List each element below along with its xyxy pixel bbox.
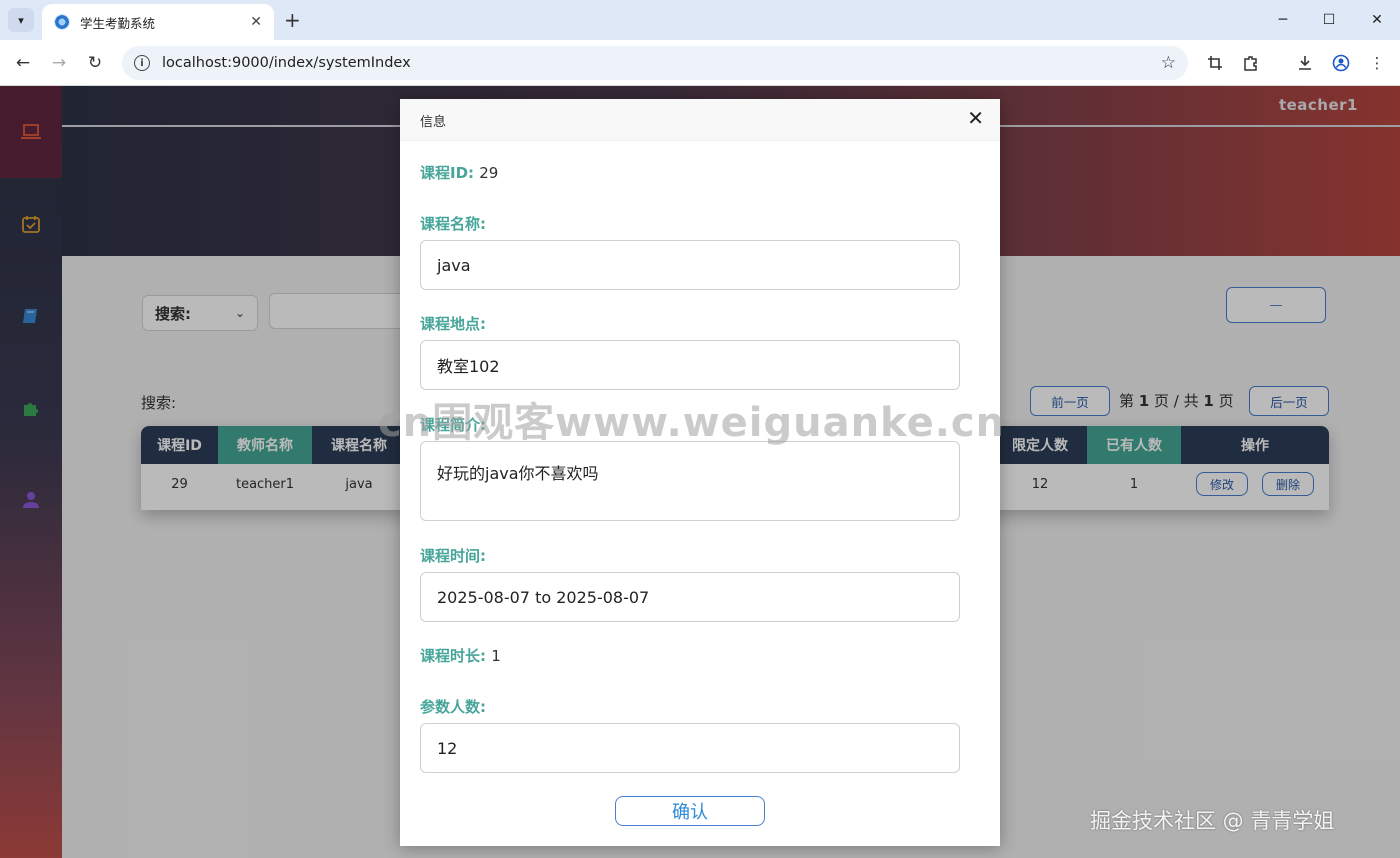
reload-button[interactable]: ↻	[82, 50, 108, 76]
maximize-button[interactable]: ☐	[1306, 6, 1352, 34]
tab-search-button[interactable]: ▾	[8, 8, 34, 32]
course-time-label: 课程时间:	[420, 547, 486, 565]
back-button[interactable]: ←	[10, 50, 36, 76]
confirm-button[interactable]: 确认	[615, 796, 765, 826]
close-icon[interactable]: ✕	[967, 108, 984, 128]
arrow-left-icon: ←	[15, 53, 31, 73]
credit-watermark: 掘金技术社区 @ 青青学姐	[1090, 809, 1335, 833]
course-count-label: 参数人数:	[420, 698, 486, 716]
dialog-title: 信息	[420, 115, 447, 130]
dialog-header: 信息 ✕	[400, 99, 1000, 141]
course-id-label-text: 课程ID:	[420, 164, 475, 182]
favicon-icon	[54, 14, 70, 30]
tab-title: 学生考勤系统	[80, 15, 156, 31]
minimize-button[interactable]: ─	[1260, 6, 1306, 34]
browser-titlebar: ▾ 学生考勤系统 ✕ + ─ ☐ ✕	[0, 0, 1400, 40]
course-time-input[interactable]: 2025-08-07 to 2025-08-07	[420, 572, 960, 622]
info-icon[interactable]: i	[134, 55, 150, 71]
download-icon[interactable]	[1294, 52, 1316, 74]
tab-close-icon[interactable]: ✕	[250, 14, 262, 30]
profile-icon[interactable]	[1330, 52, 1352, 74]
window-close-button[interactable]: ✕	[1354, 6, 1400, 34]
chevron-down-icon: ▾	[18, 13, 24, 27]
reload-icon: ↻	[87, 53, 103, 73]
extensions-icon[interactable]	[1240, 52, 1262, 74]
info-dialog: 信息 ✕ 课程ID: 29 课程名称: java 课程地点: 教室102 课程简…	[400, 99, 1000, 846]
course-duration-label-text: 课程时长:	[420, 647, 486, 665]
browser-tab[interactable]: 学生考勤系统 ✕	[42, 4, 274, 40]
url-text[interactable]: localhost:9000/index/systemIndex	[162, 55, 1161, 71]
course-duration-label: 课程时长: 1	[420, 645, 501, 666]
arrow-right-icon: →	[51, 53, 67, 73]
address-bar[interactable]: i localhost:9000/index/systemIndex ☆	[122, 46, 1188, 80]
course-location-label: 课程地点:	[420, 315, 486, 333]
course-intro-textarea[interactable]: 好玩的java你不喜欢吗	[420, 441, 960, 521]
course-id-value: 29	[479, 164, 499, 182]
course-location-input[interactable]: 教室102	[420, 340, 960, 390]
app-page: teacher1 搜索: ⌄ — 搜索: 前一页 第 1 页 / 共 1 页 后…	[0, 86, 1400, 858]
forward-button[interactable]: →	[46, 50, 72, 76]
course-name-input[interactable]: java	[420, 240, 960, 290]
course-name-label: 课程名称:	[420, 215, 486, 233]
kebab-menu-icon[interactable]: ⋮	[1366, 52, 1388, 74]
course-count-input[interactable]: 12	[420, 723, 960, 773]
watermark-text: cn围观客www.weiguanke.cn	[378, 400, 1006, 446]
course-duration-value: 1	[491, 647, 501, 665]
browser-toolbar: ← → ↻ i localhost:9000/index/systemIndex…	[0, 40, 1400, 86]
star-icon[interactable]: ☆	[1161, 53, 1176, 73]
new-tab-button[interactable]: +	[284, 8, 301, 32]
crop-icon[interactable]	[1204, 52, 1226, 74]
course-id-label: 课程ID: 29	[420, 162, 498, 183]
